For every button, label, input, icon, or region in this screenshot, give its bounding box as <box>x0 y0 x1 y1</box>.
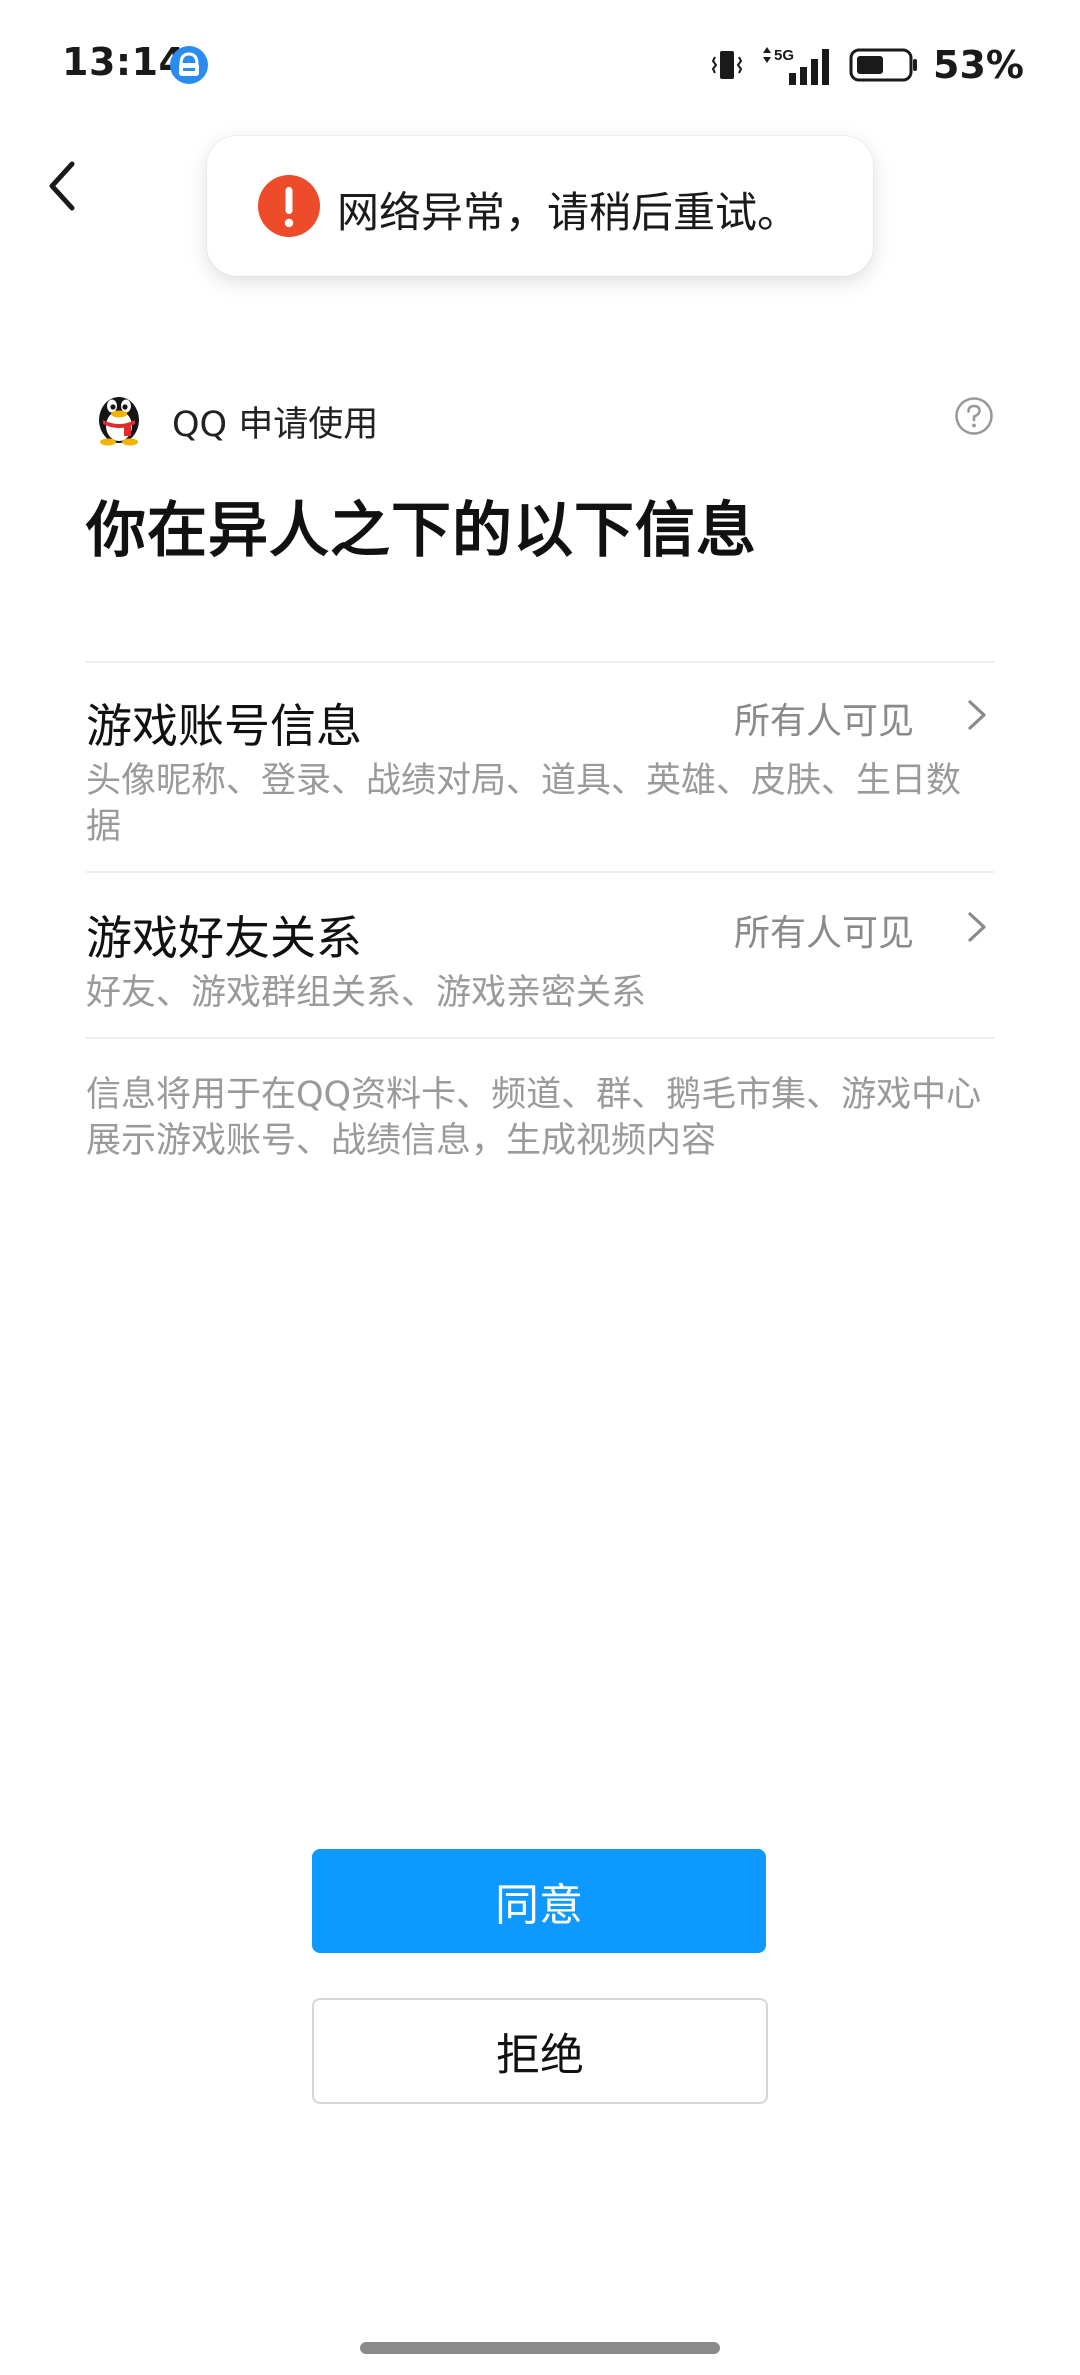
toast-message: 网络异常，请稍后重试。 <box>337 188 800 237</box>
permission-item-game-friends[interactable]: 游戏好友关系 所有人可见 好友、游戏群组关系、游戏亲密关系 <box>86 902 994 1032</box>
home-indicator[interactable] <box>360 2342 720 2354</box>
chevron-right-icon <box>968 912 986 942</box>
error-icon <box>258 175 320 237</box>
status-indicators: 5G 53% <box>709 40 1024 90</box>
app-request-label: QQ 申请使用 <box>172 405 379 445</box>
status-bar: 13:14 5G 53% <box>0 0 1080 130</box>
permission-visibility: 所有人可见 <box>733 913 914 954</box>
reject-button[interactable]: 拒绝 <box>312 1998 768 2104</box>
permission-description: 头像昵称、登录、战绩对局、道具、英雄、皮肤、生日数据 <box>86 761 962 847</box>
chevron-left-icon[interactable] <box>34 150 88 222</box>
network-type-label: 5G <box>774 47 794 64</box>
battery-icon <box>849 48 918 82</box>
page-title: 你在异人之下的以下信息 <box>86 496 757 566</box>
app-request-row: QQ 申请使用 <box>88 384 994 454</box>
status-time: 13:14 <box>62 40 186 84</box>
divider <box>86 1037 994 1039</box>
permission-visibility: 所有人可见 <box>733 701 914 742</box>
agree-button[interactable]: 同意 <box>312 1849 766 1953</box>
qq-penguin-icon <box>99 397 139 446</box>
signal-5g-icon: 5G <box>763 47 830 85</box>
permission-description: 好友、游戏群组关系、游戏亲密关系 <box>86 973 647 1013</box>
app-notification-icon <box>170 46 208 84</box>
battery-percentage: 53% <box>933 43 1024 87</box>
divider <box>86 871 994 873</box>
chevron-right-icon <box>968 700 986 730</box>
divider <box>86 661 994 663</box>
usage-footnote: 信息将用于在QQ资料卡、频道、群、鹅毛市集、游戏中心展示游戏账号、战绩信息，生成… <box>86 1075 982 1161</box>
vibrate-icon <box>711 51 743 79</box>
permission-title: 游戏好友关系 <box>86 911 362 965</box>
permission-item-game-account[interactable]: 游戏账号信息 所有人可见 头像昵称、登录、战绩对局、道具、英雄、皮肤、生日数据 <box>86 690 994 870</box>
permission-title: 游戏账号信息 <box>86 699 362 753</box>
error-toast: 网络异常，请稍后重试。 <box>207 136 873 276</box>
question-circle-icon[interactable] <box>954 396 994 436</box>
